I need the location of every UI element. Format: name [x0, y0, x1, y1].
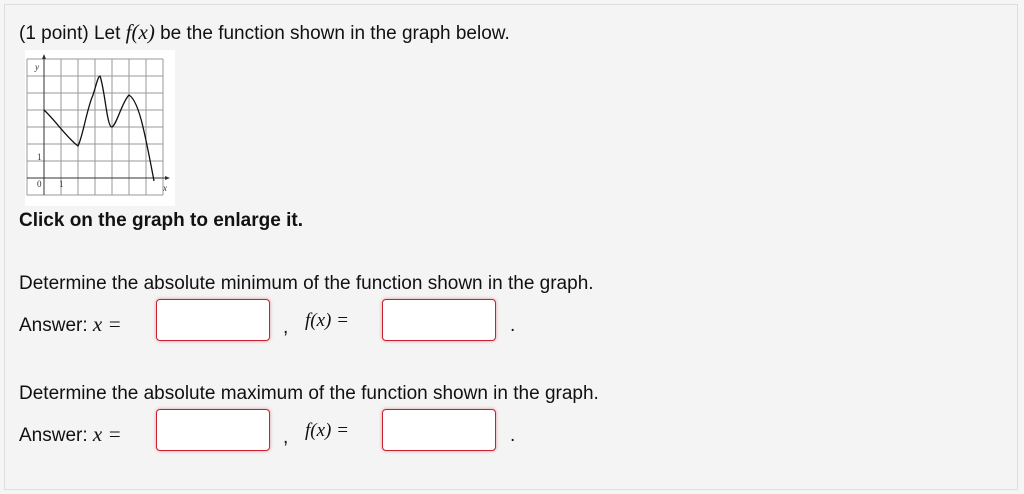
graph-enlarge-hint: Click on the graph to enlarge it. — [19, 210, 303, 231]
maximum-fx-input[interactable] — [382, 409, 496, 451]
minimum-question: Determine the absolute minimum of the fu… — [19, 273, 594, 294]
intro-suffix: be the function shown in the graph below… — [154, 23, 510, 44]
problem-container: (1 point) Let f(x) be the function shown… — [4, 4, 1018, 490]
minimum-period: . — [510, 315, 516, 336]
x-axis-arrow — [165, 176, 170, 180]
x-axis-label: x — [162, 183, 167, 193]
intro-prefix: (1 point) Let — [19, 23, 126, 44]
problem-intro: (1 point) Let f(x) be the function shown… — [19, 20, 510, 45]
origin-label: 0 — [37, 179, 42, 189]
x-unit-label: 1 — [59, 179, 64, 189]
minimum-x-input[interactable] — [156, 299, 270, 341]
maximum-question: Determine the absolute maximum of the fu… — [19, 383, 599, 404]
maximum-comma: , — [283, 427, 289, 448]
minimum-comma: , — [283, 317, 289, 338]
maximum-fx-equals: f(x) = — [305, 420, 349, 441]
maximum-x-input[interactable] — [156, 409, 270, 451]
minimum-fx-equals: f(x) = — [305, 310, 349, 331]
maximum-x-equals: x = — [92, 422, 122, 446]
minimum-answer-text: Answer: — [19, 315, 88, 336]
intro-function-notation: f(x) — [125, 20, 155, 44]
minimum-x-equals: x = — [92, 312, 122, 336]
maximum-answer-label: Answer: x = — [19, 422, 122, 447]
y-unit-label: 1 — [37, 152, 42, 162]
y-axis-label: y — [34, 62, 39, 72]
minimum-answer-label: Answer: x = — [19, 312, 122, 337]
maximum-answer-text: Answer: — [19, 425, 88, 446]
function-graph[interactable]: y x 0 1 1 — [25, 50, 175, 206]
graph-thumbnail[interactable]: y x 0 1 1 — [25, 50, 175, 206]
minimum-fx-input[interactable] — [382, 299, 496, 341]
maximum-period: . — [510, 425, 516, 446]
y-axis-arrow — [42, 54, 46, 59]
